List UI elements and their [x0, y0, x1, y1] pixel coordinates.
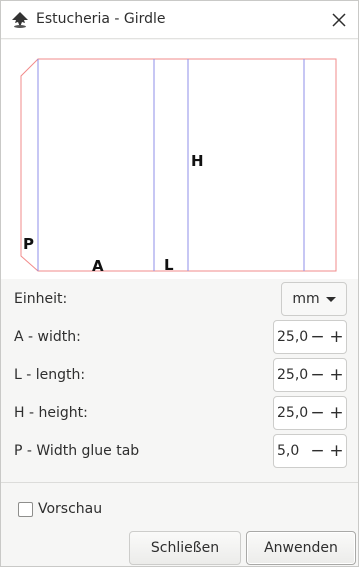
minus-icon[interactable]: −	[308, 359, 327, 391]
dialog-window: Estucheria - Girdle P A L H Einheit: mm …	[0, 0, 359, 567]
a-width-input[interactable]	[274, 329, 308, 345]
l-length-label: L - length:	[14, 367, 86, 383]
window-title: Estucheria - Girdle	[36, 11, 166, 27]
close-icon[interactable]	[328, 9, 350, 31]
a-width-label: A - width:	[14, 329, 81, 345]
apply-button[interactable]: Anwenden	[246, 531, 356, 565]
label-h: H	[191, 152, 204, 170]
l-length-spinbox: − +	[273, 358, 347, 392]
cut-outline	[20, 58, 337, 272]
l-length-input[interactable]	[274, 367, 308, 383]
p-glue-tab-spinbox: − +	[273, 434, 347, 468]
preview-checkbox[interactable]	[18, 502, 33, 517]
chevron-down-icon	[325, 296, 336, 302]
plus-icon[interactable]: +	[327, 397, 346, 429]
label-l: L	[164, 256, 174, 274]
minus-icon[interactable]: −	[308, 321, 327, 353]
minus-icon[interactable]: −	[308, 397, 327, 429]
a-width-spinbox: − +	[273, 320, 347, 354]
p-glue-tab-label: P - Width glue tab	[14, 443, 140, 459]
unit-label: Einheit:	[14, 291, 68, 307]
unit-value: mm	[292, 291, 320, 307]
plus-icon[interactable]: +	[327, 359, 346, 391]
h-height-label: H - height:	[14, 405, 88, 421]
label-a: A	[92, 257, 104, 275]
unit-dropdown[interactable]: mm	[281, 282, 347, 316]
h-height-input[interactable]	[274, 405, 308, 421]
preview-label[interactable]: Vorschau	[38, 501, 102, 517]
inkscape-icon	[10, 11, 30, 29]
minus-icon[interactable]: −	[308, 435, 327, 467]
p-glue-tab-input[interactable]	[274, 443, 308, 459]
plus-icon[interactable]: +	[327, 435, 346, 467]
plus-icon[interactable]: +	[327, 321, 346, 353]
title-bar: Estucheria - Girdle	[1, 1, 358, 39]
h-height-spinbox: − +	[273, 396, 347, 430]
label-p: P	[23, 235, 34, 253]
close-button[interactable]: Schließen	[129, 531, 241, 565]
separator	[1, 482, 358, 483]
template-preview-diagram: P A L H	[1, 40, 358, 279]
